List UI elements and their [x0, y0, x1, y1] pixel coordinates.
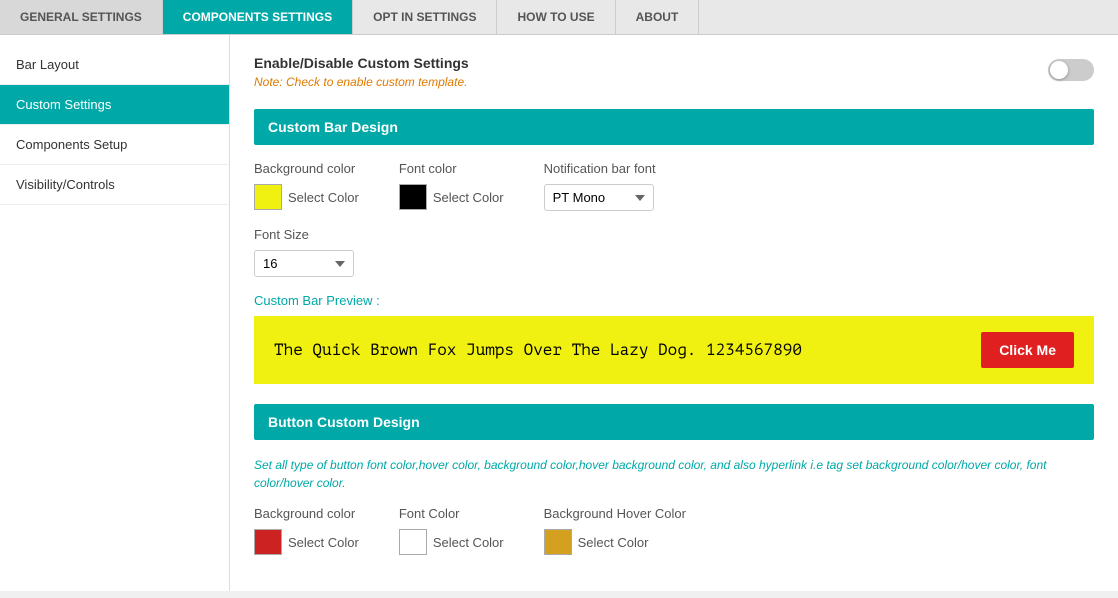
bg-color-label: Background color [254, 161, 359, 176]
tab-general-settings[interactable]: GENERAL SETTINGS [0, 0, 163, 34]
btn-bg-hover-color-field: Background Hover Color Select Color [544, 506, 686, 555]
bg-color-swatch [254, 184, 282, 210]
sidebar-item-custom-settings[interactable]: Custom Settings [0, 85, 229, 125]
btn-bg-hover-color-label: Background Hover Color [544, 506, 686, 521]
button-custom-design-header: Button Custom Design [254, 404, 1094, 440]
font-size-label: Font Size [254, 227, 1094, 242]
btn-bg-hover-color-select-label: Select Color [578, 535, 649, 550]
tab-how-to-use[interactable]: HOW TO USE [497, 0, 615, 34]
btn-font-color-field: Font Color Select Color [399, 506, 504, 555]
sidebar: Bar Layout Custom Settings Components Se… [0, 35, 230, 591]
bg-color-picker[interactable]: Select Color [254, 184, 359, 210]
sidebar-item-visibility-controls[interactable]: Visibility/Controls [0, 165, 229, 205]
enable-title: Enable/Disable Custom Settings [254, 55, 469, 71]
font-color-label: Font color [399, 161, 504, 176]
bg-color-field: Background color Select Color [254, 161, 359, 210]
tab-optin-settings[interactable]: OPT IN SETTINGS [353, 0, 497, 34]
custom-bar-color-row: Background color Select Color Font color… [254, 161, 1094, 211]
btn-bg-color-swatch [254, 529, 282, 555]
enable-note: Note: Check to enable custom template. [254, 75, 469, 89]
content-area: Enable/Disable Custom Settings Note: Che… [230, 35, 1118, 591]
btn-bg-color-picker[interactable]: Select Color [254, 529, 359, 555]
font-color-field: Font color Select Color [399, 161, 504, 210]
preview-label: Custom Bar Preview : [254, 293, 1094, 308]
btn-bg-color-label: Background color [254, 506, 359, 521]
custom-bar-design-header: Custom Bar Design [254, 109, 1094, 145]
btn-font-color-swatch [399, 529, 427, 555]
font-color-swatch [399, 184, 427, 210]
btn-bg-hover-color-picker[interactable]: Select Color [544, 529, 649, 555]
enable-disable-row: Enable/Disable Custom Settings Note: Che… [254, 55, 1094, 89]
font-color-select-label: Select Color [433, 190, 504, 205]
tab-about[interactable]: ABOUT [616, 0, 700, 34]
button-color-row: Background color Select Color Font Color… [254, 506, 1094, 555]
preview-bar-text: The Quick Brown Fox Jumps Over The Lazy … [274, 341, 802, 359]
font-color-picker[interactable]: Select Color [399, 184, 504, 210]
btn-font-color-label: Font Color [399, 506, 504, 521]
font-size-select[interactable]: 12 14 16 18 20 22 24 [254, 250, 354, 277]
notif-font-label: Notification bar font [544, 161, 656, 176]
bg-color-select-label: Select Color [288, 190, 359, 205]
sidebar-item-components-setup[interactable]: Components Setup [0, 125, 229, 165]
preview-bar: The Quick Brown Fox Jumps Over The Lazy … [254, 316, 1094, 384]
main-layout: Bar Layout Custom Settings Components Se… [0, 35, 1118, 591]
sidebar-item-bar-layout[interactable]: Bar Layout [0, 45, 229, 85]
btn-bg-color-field: Background color Select Color [254, 506, 359, 555]
notif-font-wrapper: Notification bar font PT Mono Arial Verd… [544, 161, 656, 211]
top-nav: GENERAL SETTINGS COMPONENTS SETTINGS OPT… [0, 0, 1118, 35]
btn-font-color-select-label: Select Color [433, 535, 504, 550]
tab-components-settings[interactable]: COMPONENTS SETTINGS [163, 0, 353, 34]
btn-bg-hover-color-swatch [544, 529, 572, 555]
btn-bg-color-select-label: Select Color [288, 535, 359, 550]
button-section-note: Set all type of button font color,hover … [254, 456, 1094, 492]
click-me-button[interactable]: Click Me [981, 332, 1074, 368]
font-size-row: Font Size 12 14 16 18 20 22 24 [254, 227, 1094, 277]
enable-toggle[interactable] [1048, 59, 1094, 81]
btn-font-color-picker[interactable]: Select Color [399, 529, 504, 555]
notif-font-select[interactable]: PT Mono Arial Verdana Georgia Courier Ne… [544, 184, 654, 211]
enable-text: Enable/Disable Custom Settings Note: Che… [254, 55, 469, 89]
